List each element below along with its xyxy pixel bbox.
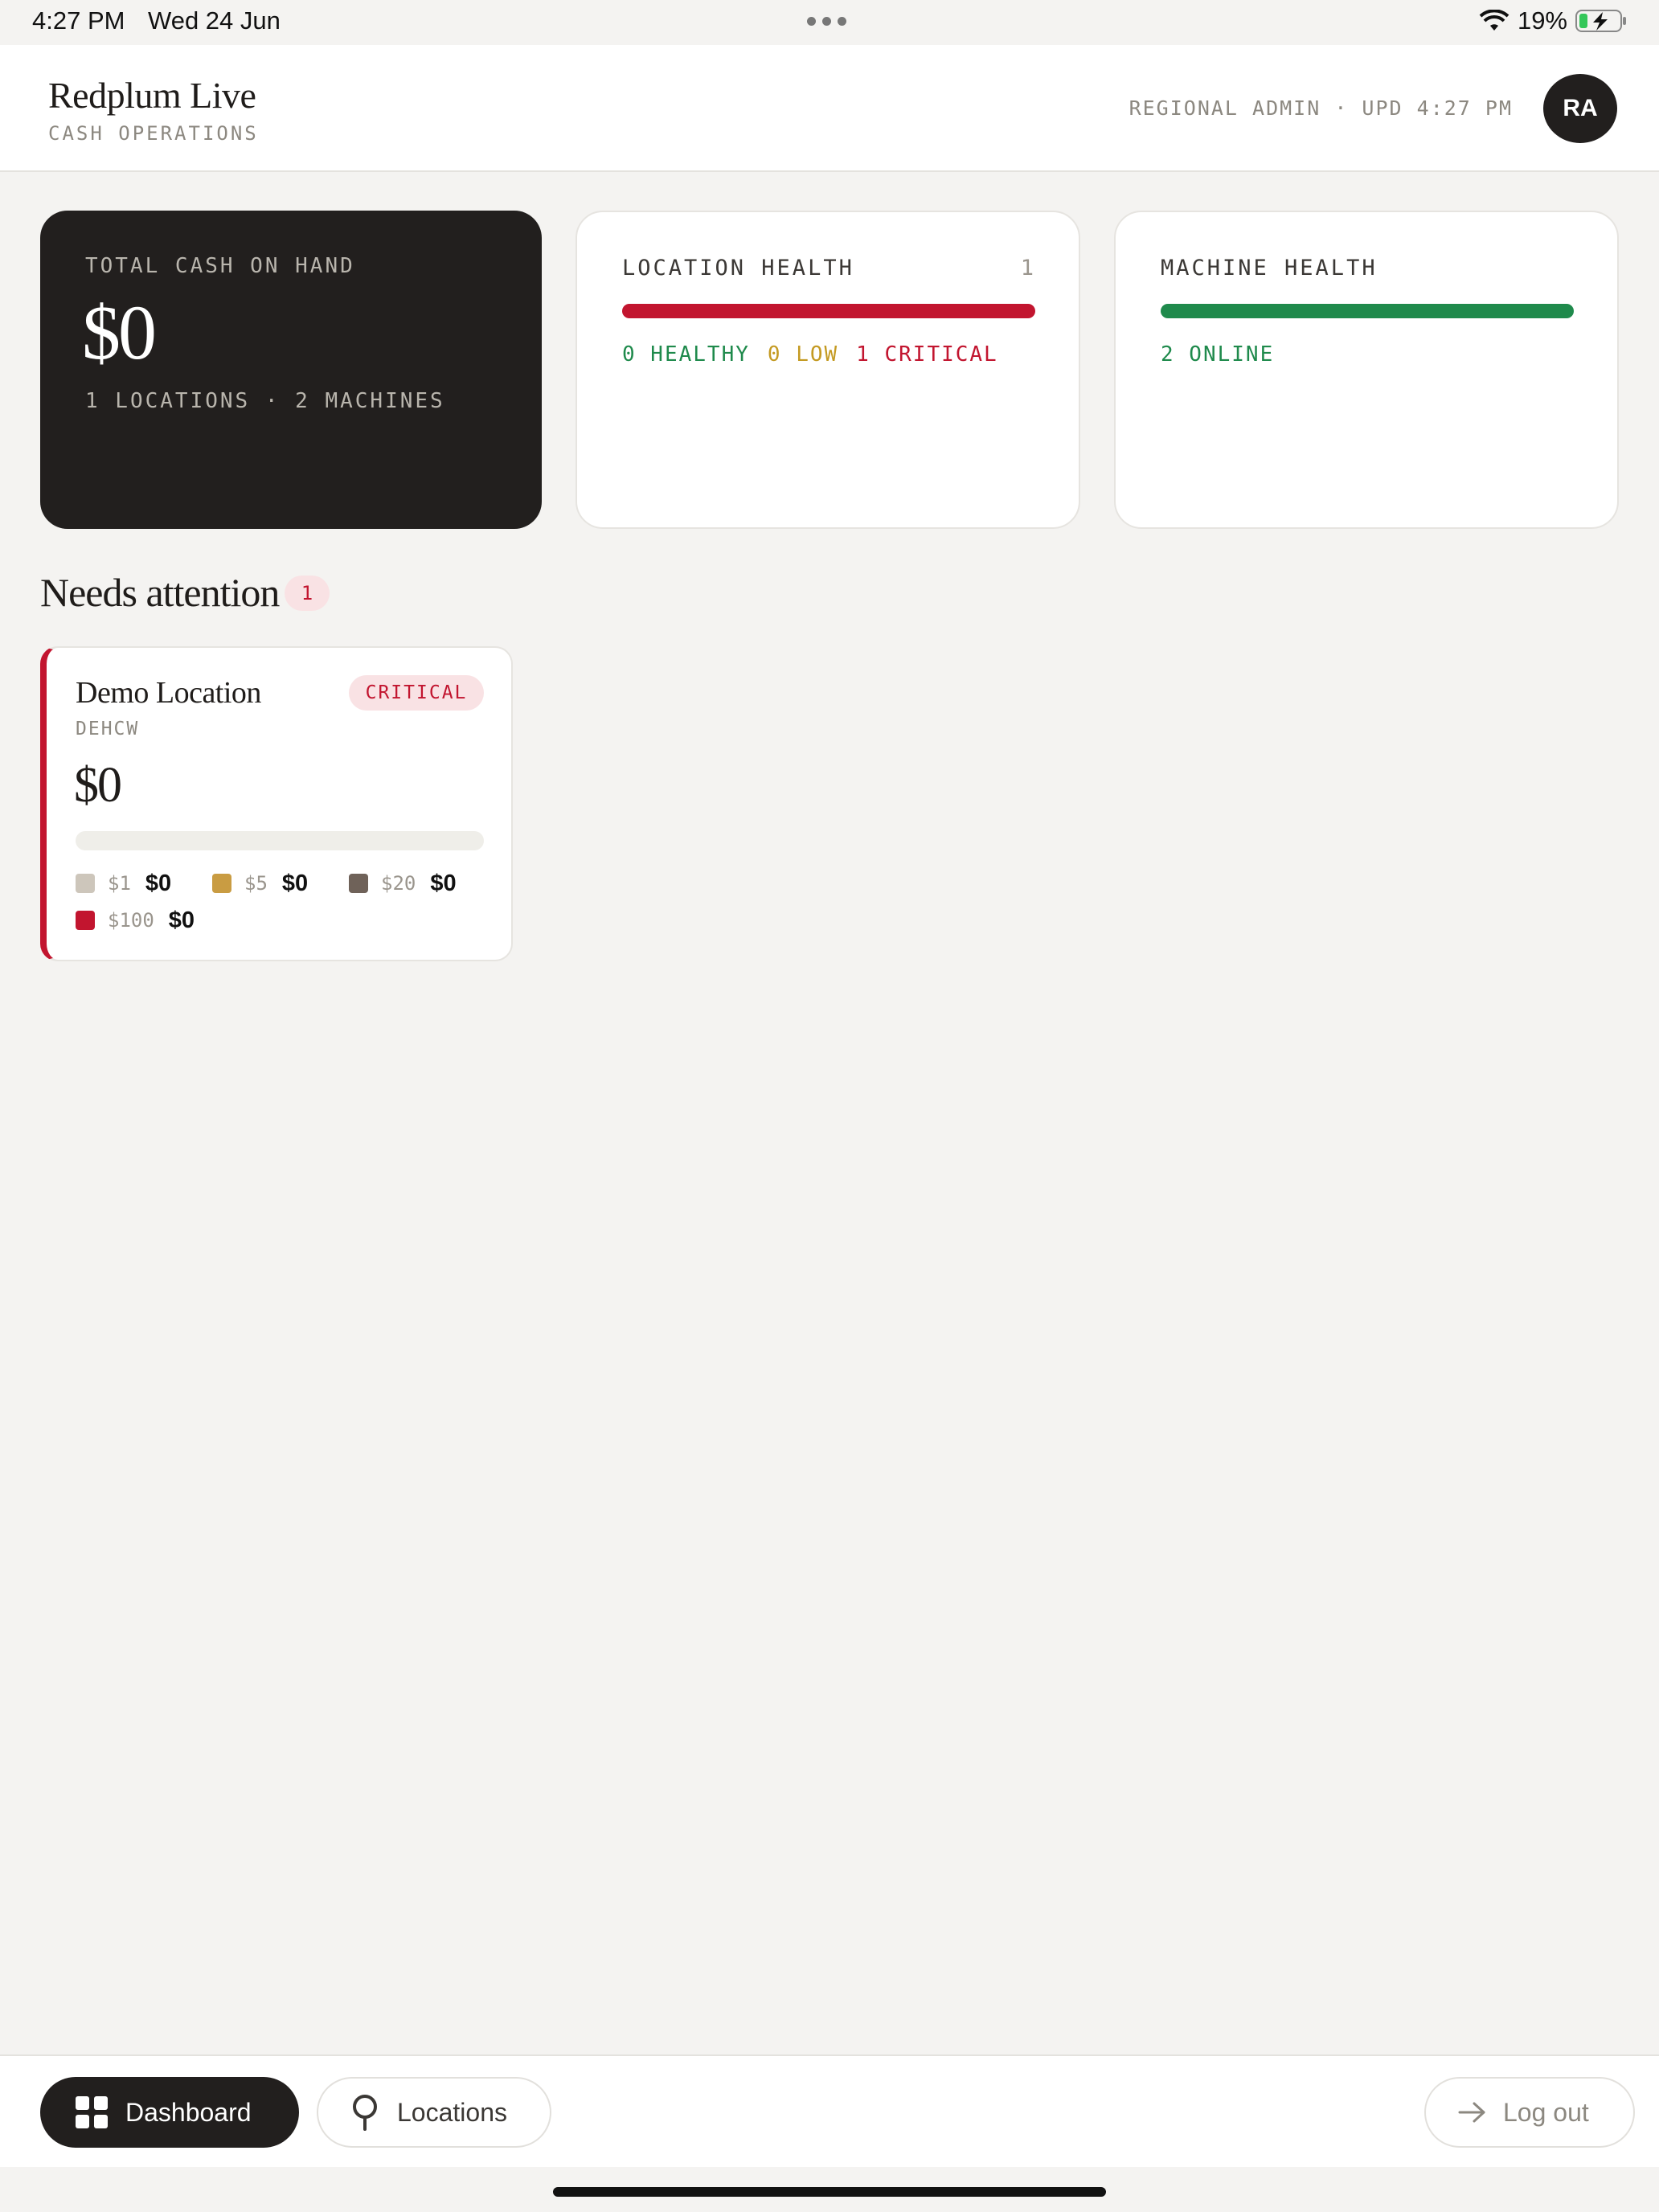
bottom-nav: Dashboard Locations Log out — [0, 2054, 1659, 2167]
denomination-swatch — [349, 874, 368, 893]
battery-charging-icon — [1575, 10, 1626, 32]
critical-count: 1 CRITICAL — [856, 342, 998, 367]
section-title-needs-attention: Needs attention — [40, 570, 280, 615]
denomination-item: $5 $0 — [212, 870, 308, 897]
denomination-bar — [76, 831, 484, 850]
status-indicators: 19% — [1479, 6, 1627, 35]
logout-label: Log out — [1503, 2097, 1589, 2127]
attention-count-badge: 1 — [285, 576, 330, 611]
status-time: 4:27 PM — [32, 6, 125, 35]
denomination-value: $0 — [145, 870, 172, 896]
machine-health-stats: 2 ONLINE — [1161, 342, 1274, 367]
grid-icon — [74, 2095, 109, 2130]
total-cash-label: TOTAL CASH ON HAND — [85, 254, 355, 278]
denomination-swatch — [76, 911, 95, 930]
total-cash-meta: 1 LOCATIONS · 2 MACHINES — [85, 389, 445, 413]
total-cash-card: TOTAL CASH ON HAND $0 1 LOCATIONS · 2 MA… — [40, 211, 542, 529]
location-health-count: 1 — [1020, 256, 1034, 281]
nav-locations-button[interactable]: Locations — [317, 2077, 551, 2148]
user-role-updated: REGIONAL ADMIN · UPD 4:27 PM — [1129, 96, 1513, 120]
app-title: Redplum Live — [48, 75, 256, 116]
nav-dashboard-label: Dashboard — [125, 2097, 252, 2127]
denomination-value: $0 — [168, 907, 195, 933]
location-health-stats: 0 HEALTHY 0 LOW 1 CRITICAL — [622, 342, 998, 367]
denomination-label: $5 — [244, 872, 268, 895]
app-subtitle: CASH OPERATIONS — [48, 122, 259, 145]
location-name: Demo Location — [76, 676, 261, 710]
battery-percent: 19% — [1517, 6, 1567, 35]
status-badge: CRITICAL — [349, 675, 484, 711]
denomination-item: $1 $0 — [76, 870, 171, 897]
multitasking-dots-icon[interactable] — [807, 17, 846, 26]
online-count: 2 ONLINE — [1161, 342, 1275, 367]
machine-health-label: MACHINE HEALTH — [1161, 256, 1378, 281]
location-pin-icon — [349, 2094, 381, 2131]
low-count: 0 LOW — [767, 342, 839, 367]
denomination-value: $0 — [281, 870, 309, 896]
nav-locations-label: Locations — [397, 2097, 507, 2127]
app-header: Redplum Live CASH OPERATIONS REGIONAL AD… — [0, 45, 1659, 172]
logout-button[interactable]: Log out — [1424, 2077, 1635, 2148]
location-health-bar — [622, 304, 1035, 318]
machine-health-card: MACHINE HEALTH 2 ONLINE — [1114, 211, 1619, 529]
arrow-right-icon — [1458, 2101, 1487, 2124]
denomination-label: $20 — [381, 872, 416, 895]
location-code: DEHCW — [76, 719, 140, 739]
wifi-icon — [1479, 10, 1509, 31]
total-cash-value: $0 — [82, 289, 157, 375]
denomination-value: $0 — [430, 870, 457, 896]
healthy-count: 0 HEALTHY — [622, 342, 750, 367]
denomination-item: $100 $0 — [76, 907, 195, 934]
status-bar: 4:27 PM Wed 24 Jun 19% — [0, 0, 1659, 45]
denomination-label: $100 — [108, 909, 154, 932]
location-health-card: LOCATION HEALTH 1 0 HEALTHY 0 LOW 1 CRIT… — [576, 211, 1080, 529]
denomination-swatch — [76, 874, 95, 893]
location-cash-value: $0 — [74, 758, 122, 813]
location-card-demo[interactable]: Demo Location CRITICAL DEHCW $0 $1 $0 $5… — [40, 646, 513, 961]
denomination-swatch — [212, 874, 231, 893]
nav-dashboard-button[interactable]: Dashboard — [40, 2077, 299, 2148]
home-indicator[interactable] — [553, 2187, 1106, 2197]
machine-health-bar — [1161, 304, 1574, 318]
denomination-item: $20 $0 — [349, 870, 457, 897]
denomination-label: $1 — [108, 872, 131, 895]
status-date: Wed 24 Jun — [148, 6, 281, 35]
avatar[interactable]: RA — [1543, 74, 1617, 143]
location-health-label: LOCATION HEALTH — [622, 256, 854, 281]
